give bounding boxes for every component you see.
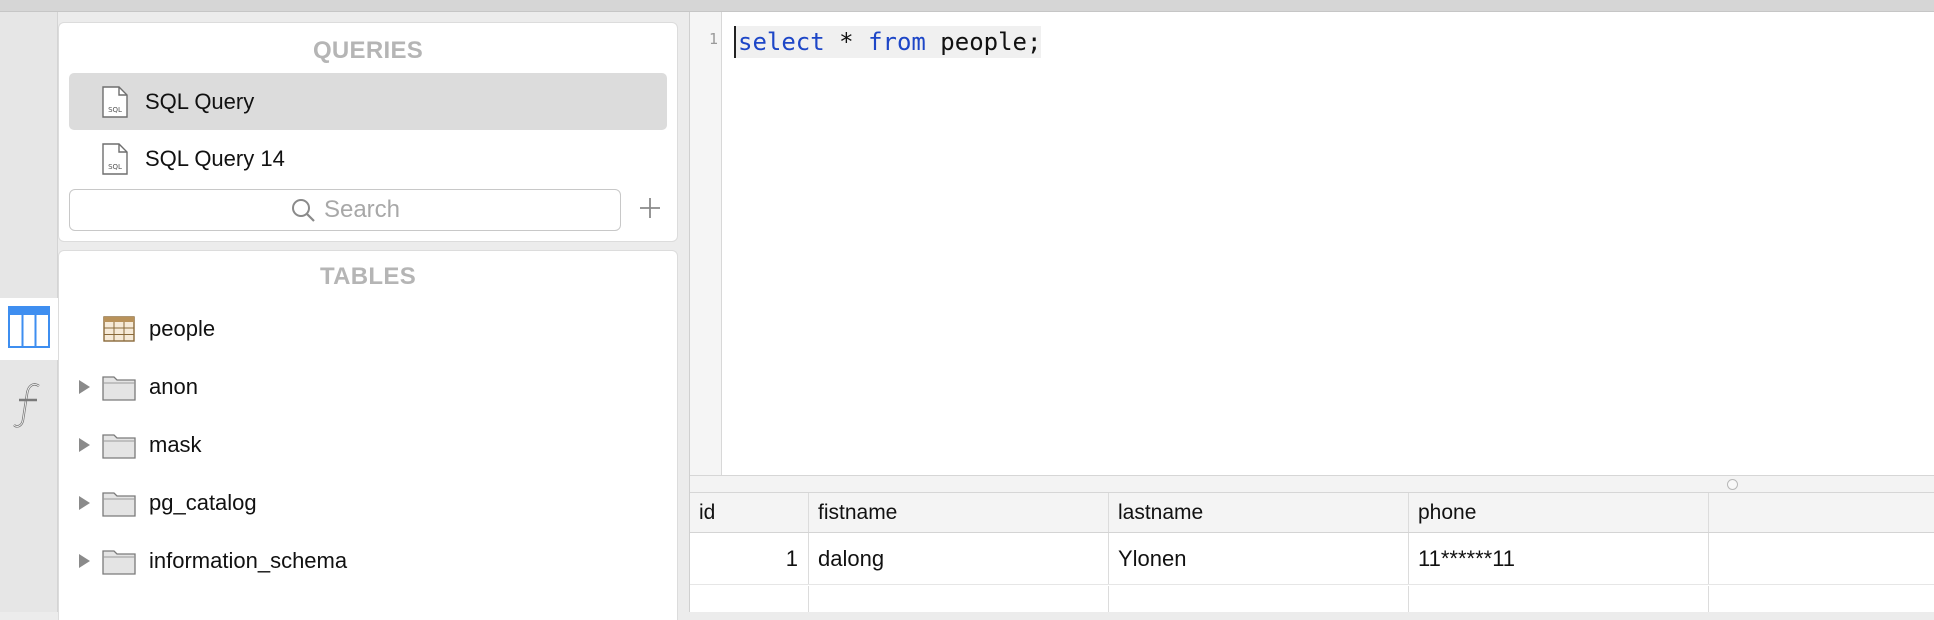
sql-editor[interactable]: 1 select * from people; xyxy=(690,12,1934,475)
line-number: 1 xyxy=(708,30,718,48)
table-item-label: people xyxy=(149,316,216,341)
search-input[interactable]: Search xyxy=(69,189,621,231)
code-line-1[interactable]: select * from people; xyxy=(734,26,1042,58)
line-number-gutter: 1 xyxy=(690,12,722,475)
function-icon xyxy=(11,380,47,435)
expand-triangle-icon[interactable] xyxy=(73,553,95,569)
svg-text:SQL: SQL xyxy=(108,106,122,114)
table-item-people[interactable]: people xyxy=(59,300,677,358)
sql-file-icon: SQL xyxy=(97,142,133,175)
cell-empty xyxy=(1709,533,1934,584)
schema-item-label: mask xyxy=(149,432,202,457)
query-item-label: SQL Query xyxy=(145,88,255,114)
queries-title: QUERIES xyxy=(312,37,424,64)
add-query-button[interactable] xyxy=(631,189,669,231)
sidebar-splitter[interactable] xyxy=(678,12,690,612)
schema-item-anon[interactable]: anon xyxy=(59,358,677,416)
cell-lastname[interactable]: Ylonen xyxy=(1109,533,1409,584)
schema-item-pg-catalog[interactable]: pg_catalog xyxy=(59,474,677,532)
cell-fistname[interactable]: dalong xyxy=(809,533,1109,584)
schema-item-mask[interactable]: mask xyxy=(59,416,677,474)
results-splitter[interactable] xyxy=(690,475,1934,493)
schema-item-label: anon xyxy=(149,374,198,399)
expand-triangle-icon[interactable] xyxy=(73,437,95,453)
cell-id[interactable]: 1 xyxy=(690,533,809,584)
keyword-from: from xyxy=(868,28,926,56)
schema-item-label: pg_catalog xyxy=(149,490,257,515)
table-row[interactable]: 1 dalong Ylonen 11******11 xyxy=(690,533,1934,585)
column-header-phone[interactable]: phone xyxy=(1409,493,1709,532)
sidebar-mode-strip xyxy=(0,12,58,612)
schema-item-information-schema[interactable]: information_schema xyxy=(59,532,677,590)
splitter-grip-icon[interactable] xyxy=(1727,479,1738,490)
folder-icon xyxy=(101,547,137,575)
table-grid-icon xyxy=(7,305,51,354)
search-icon xyxy=(290,197,316,223)
query-item-sql-query[interactable]: SQL SQL Query xyxy=(69,73,667,130)
functions-mode-tab[interactable] xyxy=(0,376,58,438)
query-item-label: SQL Query 14 xyxy=(145,145,285,171)
table-icon xyxy=(101,316,137,342)
plus-icon xyxy=(638,196,662,225)
cell-phone[interactable]: 11******11 xyxy=(1409,533,1709,584)
results-header-row: id fistname lastname phone xyxy=(690,493,1934,533)
svg-text:SQL: SQL xyxy=(108,163,122,171)
code-token: people; xyxy=(925,28,1042,56)
window-top-bar xyxy=(0,0,1934,12)
column-header-fistname[interactable]: fistname xyxy=(809,493,1109,532)
folder-icon xyxy=(101,431,137,459)
column-header-empty xyxy=(1709,493,1934,532)
tables-title: TABLES xyxy=(319,263,417,290)
code-token: * xyxy=(824,28,869,56)
expand-triangle-icon[interactable] xyxy=(73,495,95,511)
results-grid: id fistname lastname phone 1 dalong Ylon… xyxy=(690,493,1934,612)
schema-item-label: information_schema xyxy=(149,548,348,573)
folder-icon xyxy=(101,489,137,517)
search-placeholder: Search xyxy=(323,196,401,223)
queries-panel: QUERIES SQL SQL Query SQL SQL Query 14 S… xyxy=(58,22,678,242)
empty-row xyxy=(690,586,1934,612)
tables-panel: TABLES people anon mask pg_catalog infor… xyxy=(58,250,678,620)
tables-mode-tab[interactable] xyxy=(0,298,58,360)
keyword-select: select xyxy=(738,28,825,56)
column-header-lastname[interactable]: lastname xyxy=(1109,493,1409,532)
column-header-id[interactable]: id xyxy=(690,493,809,532)
expand-triangle-icon[interactable] xyxy=(73,379,95,395)
query-item-sql-query-14[interactable]: SQL SQL Query 14 xyxy=(69,130,667,187)
sql-file-icon: SQL xyxy=(97,85,133,118)
folder-icon xyxy=(101,373,137,401)
